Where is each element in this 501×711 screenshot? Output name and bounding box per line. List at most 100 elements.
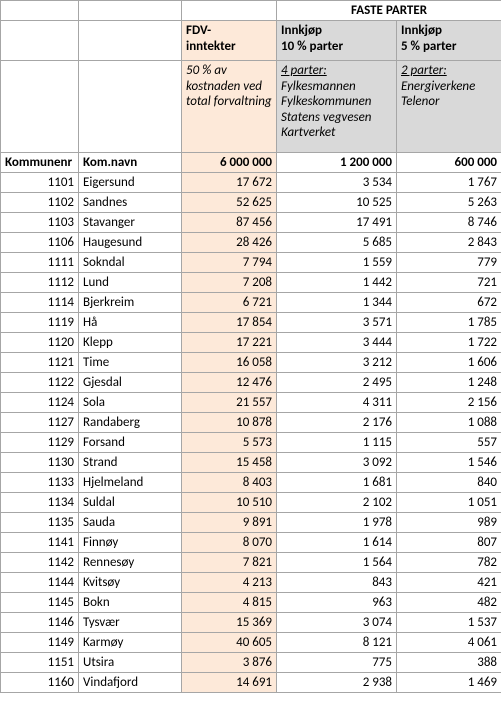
cell-navn: Finnøy bbox=[79, 533, 182, 553]
cell-nr: 1119 bbox=[1, 313, 79, 333]
komnavn-header: Kom.navn bbox=[79, 153, 182, 173]
table-row: 1146Tysvær15 3693 0741 537 bbox=[1, 613, 501, 633]
cell-c2: 779 bbox=[397, 253, 501, 273]
cell-fdv: 10 878 bbox=[182, 413, 277, 433]
table-row: 1102Sandnes52 62510 5255 263 bbox=[1, 193, 501, 213]
table-row: 1141Finnøy8 0701 614807 bbox=[1, 533, 501, 553]
cell-nr: 1134 bbox=[1, 493, 79, 513]
cell-c2: 989 bbox=[397, 513, 501, 533]
cell-navn: Eigersund bbox=[79, 173, 182, 193]
cell-c1: 3 212 bbox=[277, 353, 397, 373]
parter-4-title: 4 parter: bbox=[281, 63, 327, 78]
cell-fdv: 7 794 bbox=[182, 253, 277, 273]
total-c1: 1 200 000 bbox=[277, 153, 397, 173]
cell-fdv: 12 476 bbox=[182, 373, 277, 393]
cell-fdv: 6 721 bbox=[182, 293, 277, 313]
cell-c1: 8 121 bbox=[277, 633, 397, 653]
table-row: 1101Eigersund17 6723 5341 767 bbox=[1, 173, 501, 193]
cell-nr: 1122 bbox=[1, 373, 79, 393]
cell-fdv: 9 891 bbox=[182, 513, 277, 533]
cell-fdv: 7 208 bbox=[182, 273, 277, 293]
kommunenr-header: Kommunenr bbox=[1, 153, 79, 173]
cell-navn: Kvitsøy bbox=[79, 573, 182, 593]
cell-c2: 1 537 bbox=[397, 613, 501, 633]
cell-c2: 840 bbox=[397, 473, 501, 493]
table-row: 1120Klepp17 2213 4441 722 bbox=[1, 333, 501, 353]
cell-c2: 2 843 bbox=[397, 233, 501, 253]
cell-fdv: 4 815 bbox=[182, 593, 277, 613]
cell-c1: 3 534 bbox=[277, 173, 397, 193]
cell-nr: 1133 bbox=[1, 473, 79, 493]
table-row: 1106Haugesund28 4265 6852 843 bbox=[1, 233, 501, 253]
cell-c1: 843 bbox=[277, 573, 397, 593]
blank-cell bbox=[1, 61, 79, 153]
cell-navn: Forsand bbox=[79, 433, 182, 453]
total-fdv: 6 000 000 bbox=[182, 153, 277, 173]
cell-c2: 1 051 bbox=[397, 493, 501, 513]
cell-c1: 3 092 bbox=[277, 453, 397, 473]
cell-navn: Sauda bbox=[79, 513, 182, 533]
cell-fdv: 17 672 bbox=[182, 173, 277, 193]
cell-navn: Klepp bbox=[79, 333, 182, 353]
cell-c1: 1 559 bbox=[277, 253, 397, 273]
fdv-header: FDV-inntekter bbox=[182, 21, 277, 61]
cell-navn: Haugesund bbox=[79, 233, 182, 253]
cell-c2: 5 263 bbox=[397, 193, 501, 213]
cell-c2: 4 061 bbox=[397, 633, 501, 653]
cell-c1: 1 978 bbox=[277, 513, 397, 533]
cell-nr: 1145 bbox=[1, 593, 79, 613]
blank-cell bbox=[182, 1, 277, 21]
table-row: 1103Stavanger87 45617 4918 746 bbox=[1, 213, 501, 233]
cell-fdv: 17 221 bbox=[182, 333, 277, 353]
blank-cell bbox=[1, 1, 79, 21]
blank-cell bbox=[79, 61, 182, 153]
cell-nr: 1106 bbox=[1, 233, 79, 253]
cell-navn: Rennesøy bbox=[79, 553, 182, 573]
cell-c2: 1 546 bbox=[397, 453, 501, 473]
parter-4-body: FylkesmannenFylkeskommunenStatens vegves… bbox=[281, 79, 372, 141]
table-row: 1111Sokndal7 7941 559779 bbox=[1, 253, 501, 273]
cell-fdv: 7 821 bbox=[182, 553, 277, 573]
faste-parter-header: FASTE PARTER bbox=[277, 1, 501, 21]
cell-nr: 1141 bbox=[1, 533, 79, 553]
table-row: 1135Sauda9 8911 978989 bbox=[1, 513, 501, 533]
table-row: 1133Hjelmeland8 4031 681840 bbox=[1, 473, 501, 493]
cell-c1: 2 102 bbox=[277, 493, 397, 513]
cell-c2: 388 bbox=[397, 653, 501, 673]
table-row: 1121Time16 0583 2121 606 bbox=[1, 353, 501, 373]
cell-fdv: 14 691 bbox=[182, 673, 277, 693]
cell-c1: 2 176 bbox=[277, 413, 397, 433]
cell-navn: Gjesdal bbox=[79, 373, 182, 393]
table-row: 1160Vindafjord14 6912 9381 469 bbox=[1, 673, 501, 693]
table-row: 1144Kvitsøy4 213843421 bbox=[1, 573, 501, 593]
cell-navn: Suldal bbox=[79, 493, 182, 513]
cell-navn: Vindafjord bbox=[79, 673, 182, 693]
cell-nr: 1124 bbox=[1, 393, 79, 413]
cell-fdv: 87 456 bbox=[182, 213, 277, 233]
total-c2: 600 000 bbox=[397, 153, 501, 173]
cell-fdv: 8 070 bbox=[182, 533, 277, 553]
cell-navn: Sokndal bbox=[79, 253, 182, 273]
cell-navn: Bokn bbox=[79, 593, 182, 613]
innkjop-5-header: Innkjøp5 % parter bbox=[397, 21, 501, 61]
cell-c1: 1 681 bbox=[277, 473, 397, 493]
cell-navn: Stavanger bbox=[79, 213, 182, 233]
cell-c1: 1 344 bbox=[277, 293, 397, 313]
totals-row: Kommunenr Kom.navn 6 000 000 1 200 000 6… bbox=[1, 153, 501, 173]
cell-fdv: 4 213 bbox=[182, 573, 277, 593]
cell-nr: 1149 bbox=[1, 633, 79, 653]
cell-c1: 1 564 bbox=[277, 553, 397, 573]
cell-nr: 1151 bbox=[1, 653, 79, 673]
cell-navn: Bjerkreim bbox=[79, 293, 182, 313]
cell-c1: 10 525 bbox=[277, 193, 397, 213]
cell-nr: 1103 bbox=[1, 213, 79, 233]
cell-c1: 4 311 bbox=[277, 393, 397, 413]
cell-navn: Hjelmeland bbox=[79, 473, 182, 493]
cell-fdv: 10 510 bbox=[182, 493, 277, 513]
cell-c1: 963 bbox=[277, 593, 397, 613]
table-row: 1122Gjesdal12 4762 4951 248 bbox=[1, 373, 501, 393]
cell-fdv: 16 058 bbox=[182, 353, 277, 373]
cell-c2: 421 bbox=[397, 573, 501, 593]
cell-c2: 1 767 bbox=[397, 173, 501, 193]
cell-navn: Strand bbox=[79, 453, 182, 473]
